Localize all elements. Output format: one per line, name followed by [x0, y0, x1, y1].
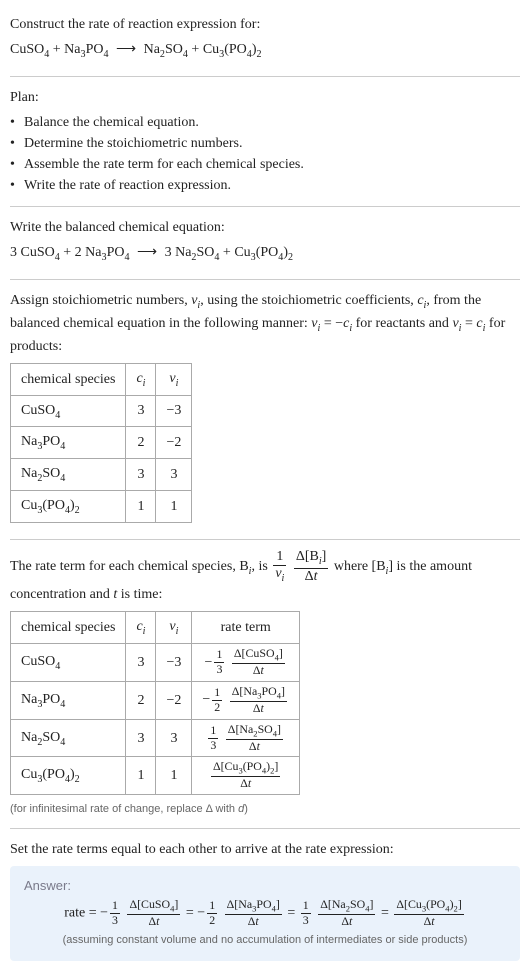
answer-expression: rate = −13 Δ[CuSO4]Δt = −12 Δ[Na3PO4]Δt …: [24, 899, 506, 928]
col-ci: ci: [126, 363, 156, 395]
cell-vi: −2: [156, 681, 192, 719]
cell-vi: 3: [156, 719, 192, 757]
plan-item: •Write the rate of reaction expression.: [10, 175, 520, 196]
plan-list: •Balance the chemical equation. •Determi…: [10, 112, 520, 196]
cell-species: Na3PO4: [11, 681, 126, 719]
plan-item: •Determine the stoichiometric numbers.: [10, 133, 520, 154]
cell-species: Na3PO4: [11, 427, 126, 459]
bullet-icon: •: [10, 133, 20, 154]
cell-ci: 3: [126, 719, 156, 757]
col-vi: νi: [156, 612, 192, 644]
cell-vi: 1: [156, 757, 192, 795]
divider: [10, 279, 520, 280]
table-row: Na3PO4 2 −2 −12 Δ[Na3PO4]Δt: [11, 681, 300, 719]
cell-ci: 2: [126, 427, 156, 459]
final-intro: Set the rate terms equal to each other t…: [10, 839, 520, 860]
table-row: Cu3(PO4)2 1 1 Δ[Cu3(PO4)2]Δt: [11, 757, 300, 795]
cell-vi: 1: [156, 491, 192, 523]
cell-ci: 1: [126, 491, 156, 523]
plan-item: •Assemble the rate term for each chemica…: [10, 154, 520, 175]
bullet-icon: •: [10, 112, 20, 133]
cell-species: CuSO4: [11, 643, 126, 681]
table-row: Na3PO4 2 −2: [11, 427, 192, 459]
rateterm-section: The rate term for each chemical species,…: [10, 544, 520, 824]
answer-label: Answer:: [24, 876, 506, 896]
cell-ci: 1: [126, 757, 156, 795]
bullet-icon: •: [10, 154, 20, 175]
rate-table: chemical species ci νi rate term CuSO4 3…: [10, 611, 300, 795]
divider: [10, 206, 520, 207]
stoich-intro: Assign stoichiometric numbers, νi, using…: [10, 290, 520, 357]
cell-rate: 13 Δ[Na2SO4]Δt: [192, 719, 300, 757]
cell-rate: −12 Δ[Na3PO4]Δt: [192, 681, 300, 719]
col-ci: ci: [126, 612, 156, 644]
bullet-icon: •: [10, 175, 20, 196]
table-row: chemical species ci νi: [11, 363, 192, 395]
table-row: Cu3(PO4)2 1 1: [11, 491, 192, 523]
cell-vi: −3: [156, 395, 192, 427]
cell-species: Na2SO4: [11, 459, 126, 491]
plan-item-text: Write the rate of reaction expression.: [24, 175, 231, 196]
cell-vi: 3: [156, 459, 192, 491]
cell-ci: 2: [126, 681, 156, 719]
balanced-equation: 3 CuSO4 + 2 Na3PO4 ⟶ 3 Na2SO4 + Cu3(PO4)…: [10, 242, 520, 265]
cell-ci: 3: [126, 459, 156, 491]
problem-equation: CuSO4 + Na3PO4 ⟶ Na2SO4 + Cu3(PO4)2: [10, 39, 520, 62]
table-row: chemical species ci νi rate term: [11, 612, 300, 644]
stoich-table: chemical species ci νi CuSO4 3 −3 Na3PO4…: [10, 363, 192, 524]
balanced-section: Write the balanced chemical equation: 3 …: [10, 211, 520, 275]
problem-prompt: Construct the rate of reaction expressio…: [10, 14, 520, 35]
cell-species: Cu3(PO4)2: [11, 491, 126, 523]
final-section: Set the rate terms equal to each other t…: [10, 833, 520, 967]
cell-ci: 3: [126, 395, 156, 427]
col-species: chemical species: [11, 363, 126, 395]
divider: [10, 828, 520, 829]
plan-item-text: Determine the stoichiometric numbers.: [24, 133, 243, 154]
plan-section: Plan: •Balance the chemical equation. •D…: [10, 81, 520, 202]
plan-item-text: Balance the chemical equation.: [24, 112, 199, 133]
plan-item: •Balance the chemical equation.: [10, 112, 520, 133]
cell-ci: 3: [126, 643, 156, 681]
cell-species: Na2SO4: [11, 719, 126, 757]
table-row: CuSO4 3 −3 −13 Δ[CuSO4]Δt: [11, 643, 300, 681]
plan-item-text: Assemble the rate term for each chemical…: [24, 154, 304, 175]
balanced-heading: Write the balanced chemical equation:: [10, 217, 520, 238]
cell-species: Cu3(PO4)2: [11, 757, 126, 795]
cell-rate: Δ[Cu3(PO4)2]Δt: [192, 757, 300, 795]
answer-box: Answer: rate = −13 Δ[CuSO4]Δt = −12 Δ[Na…: [10, 866, 520, 961]
stoich-section: Assign stoichiometric numbers, νi, using…: [10, 284, 520, 535]
cell-vi: −3: [156, 643, 192, 681]
col-species: chemical species: [11, 612, 126, 644]
table-row: Na2SO4 3 3 13 Δ[Na2SO4]Δt: [11, 719, 300, 757]
divider: [10, 539, 520, 540]
answer-note: (assuming constant volume and no accumul…: [24, 932, 506, 949]
problem-section: Construct the rate of reaction expressio…: [10, 8, 520, 72]
col-rate: rate term: [192, 612, 300, 644]
col-vi: νi: [156, 363, 192, 395]
table-row: CuSO4 3 −3: [11, 395, 192, 427]
cell-species: CuSO4: [11, 395, 126, 427]
plan-heading: Plan:: [10, 87, 520, 108]
rateterm-intro: The rate term for each chemical species,…: [10, 550, 520, 605]
cell-rate: −13 Δ[CuSO4]Δt: [192, 643, 300, 681]
cell-vi: −2: [156, 427, 192, 459]
table-row: Na2SO4 3 3: [11, 459, 192, 491]
rate-table-note: (for infinitesimal rate of change, repla…: [10, 801, 520, 818]
divider: [10, 76, 520, 77]
